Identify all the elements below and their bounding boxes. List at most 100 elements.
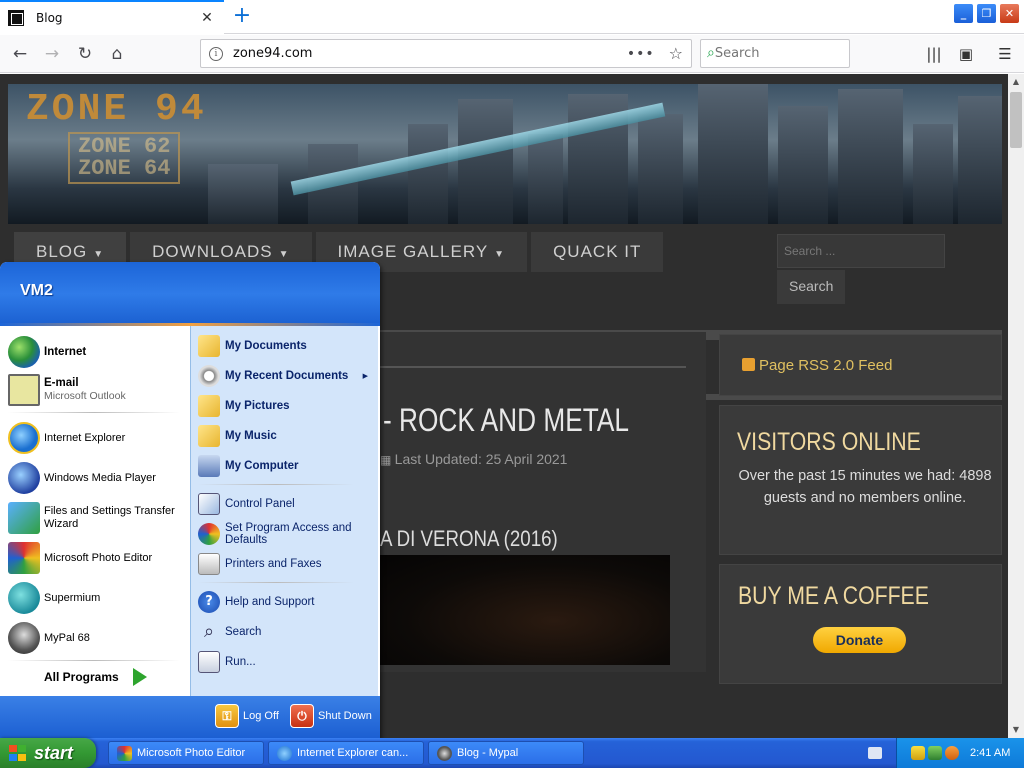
start-item-control-panel[interactable]: Control Panel xyxy=(198,491,376,517)
bookmark-star-icon[interactable]: ☆ xyxy=(669,44,683,63)
clock[interactable]: 2:41 AM xyxy=(970,747,1010,759)
recent-documents-icon xyxy=(198,365,220,387)
user-name: VM2 xyxy=(20,282,53,299)
site-favicon-icon xyxy=(8,10,24,26)
start-item-program-access[interactable]: Set Program Access and Defaults xyxy=(198,521,376,547)
start-item-internet[interactable]: Internet xyxy=(8,334,86,370)
start-item-mypal[interactable]: MyPal 68 xyxy=(8,620,90,656)
scroll-down-icon[interactable]: ▼ xyxy=(1008,722,1024,738)
start-item-label: MyPal 68 xyxy=(44,631,90,644)
library-icon[interactable]: ||| xyxy=(923,43,945,65)
maximize-button[interactable]: ❐ xyxy=(976,3,997,24)
separator xyxy=(198,484,354,485)
shut-down-button[interactable]: ⏻ Shut Down xyxy=(290,704,372,728)
back-arrow-icon[interactable]: ← xyxy=(8,43,32,65)
start-item-my-computer[interactable]: My Computer xyxy=(198,453,376,479)
start-item-my-recent-documents[interactable]: My Recent Documents ▶ xyxy=(198,363,376,389)
site-logo[interactable]: ZONE 94 xyxy=(26,88,207,131)
page-actions-icon[interactable]: ••• xyxy=(627,46,655,62)
separator xyxy=(8,412,180,413)
page-scrollbar[interactable]: ▲ ▼ xyxy=(1008,74,1024,738)
hamburger-menu-icon[interactable]: ☰ xyxy=(994,43,1016,65)
scroll-up-icon[interactable]: ▲ xyxy=(1008,74,1024,90)
site-search-input[interactable]: Search ... xyxy=(777,234,945,268)
system-tray: 2:41 AM xyxy=(896,738,1024,768)
start-item-photo-editor[interactable]: Microsoft Photo Editor xyxy=(8,540,152,576)
close-tab-icon[interactable]: ✕ xyxy=(198,10,216,26)
dropdown-caret-icon: ▼ xyxy=(278,249,290,260)
site-search-button[interactable]: Search xyxy=(777,270,845,304)
task-label: Blog - Mypal xyxy=(457,747,519,759)
internet-explorer-icon xyxy=(277,745,292,761)
start-item-label: Windows Media Player xyxy=(44,471,156,484)
article-updated-text: Last Updated: 25 April 2021 xyxy=(394,451,568,467)
close-window-button[interactable]: ✕ xyxy=(999,3,1020,24)
sidebar-icon[interactable]: ▣ xyxy=(955,43,977,65)
keyboard-layout-icon[interactable] xyxy=(868,747,882,759)
start-item-transfer-wizard[interactable]: Files and Settings Transfer Wizard xyxy=(8,500,180,536)
start-item-my-documents[interactable]: My Documents xyxy=(198,333,376,359)
security-shield-icon[interactable] xyxy=(911,746,925,760)
all-programs-label: All Programs xyxy=(44,670,119,684)
search-tray-icon[interactable] xyxy=(945,746,959,760)
forward-arrow-icon[interactable]: → xyxy=(40,43,64,65)
donate-button[interactable]: Donate xyxy=(813,627,906,653)
separator xyxy=(8,660,180,661)
start-item-search[interactable]: ⌕ Search xyxy=(198,619,376,645)
minimize-button[interactable]: _ xyxy=(953,3,974,24)
start-item-run[interactable]: Run... xyxy=(198,649,376,675)
help-icon: ? xyxy=(198,591,220,613)
transfer-wizard-icon xyxy=(8,502,40,534)
start-item-my-pictures[interactable]: My Pictures xyxy=(198,393,376,419)
rss-panel: Page RSS 2.0 Feed xyxy=(719,334,1002,396)
start-item-my-music[interactable]: My Music xyxy=(198,423,376,449)
site-info-icon[interactable]: i xyxy=(209,46,223,61)
network-icon[interactable] xyxy=(928,746,942,760)
internet-explorer-icon xyxy=(8,422,40,454)
media-player-icon xyxy=(8,462,40,494)
visitors-title: VISITORS ONLINE xyxy=(737,428,921,456)
article-divider xyxy=(380,366,686,368)
start-item-email[interactable]: E-mail Microsoft Outlook xyxy=(8,372,126,408)
start-item-supermium[interactable]: Supermium xyxy=(8,580,100,616)
reload-icon[interactable]: ↻ xyxy=(73,43,97,65)
start-item-label: Internet xyxy=(44,345,87,358)
tab-blog[interactable]: Blog ✕ xyxy=(0,0,224,34)
task-photo-editor[interactable]: Microsoft Photo Editor xyxy=(108,741,264,765)
scroll-thumb[interactable] xyxy=(1010,92,1022,148)
article-subtitle[interactable]: A DI VERONA (2016) xyxy=(380,526,558,552)
site-logo-sub: ZONE 62 ZONE 64 xyxy=(68,132,181,184)
search-icon: ⌕ xyxy=(707,44,715,61)
separator xyxy=(198,582,354,583)
start-item-printers[interactable]: Printers and Faxes xyxy=(198,551,376,577)
article-image[interactable] xyxy=(380,555,670,665)
url-text[interactable]: zone94.com xyxy=(233,46,627,61)
outlook-icon xyxy=(8,374,40,406)
menu-item-quack-it[interactable]: QUACK IT xyxy=(531,232,664,272)
start-label: start xyxy=(34,742,74,763)
article-title[interactable]: - ROCK AND METAL xyxy=(383,402,629,439)
task-internet-explorer[interactable]: Internet Explorer can... xyxy=(268,741,424,765)
mypal-raccoon-icon xyxy=(437,745,452,761)
start-item-label: Microsoft Photo Editor xyxy=(44,551,153,564)
start-item-internet-explorer[interactable]: Internet Explorer xyxy=(8,420,125,456)
log-off-button[interactable]: ⚿ Log Off xyxy=(215,704,279,728)
home-icon[interactable]: ⌂ xyxy=(105,43,129,65)
task-label: Internet Explorer can... xyxy=(297,747,409,759)
menu-label: BLOG xyxy=(36,242,88,261)
new-tab-button[interactable]: + xyxy=(230,4,254,28)
start-menu-header: VM2 xyxy=(0,262,380,326)
task-blog-mypal[interactable]: Blog - Mypal xyxy=(428,741,584,765)
browser-search-box[interactable]: ⌕ xyxy=(700,39,885,68)
all-programs-button[interactable]: All Programs xyxy=(44,668,147,686)
start-button[interactable]: start xyxy=(0,738,96,768)
menu-label: QUACK IT xyxy=(553,242,642,261)
browser-search-input[interactable] xyxy=(714,46,885,61)
rss-link[interactable]: Page RSS 2.0 Feed xyxy=(759,357,892,374)
address-bar[interactable]: i zone94.com ••• ☆ xyxy=(200,39,692,68)
start-item-help[interactable]: ? Help and Support xyxy=(198,589,376,615)
start-item-label: Help and Support xyxy=(225,596,315,608)
windows-flag-icon xyxy=(8,744,28,762)
computer-icon xyxy=(198,455,220,477)
start-item-media-player[interactable]: Windows Media Player xyxy=(8,460,156,496)
